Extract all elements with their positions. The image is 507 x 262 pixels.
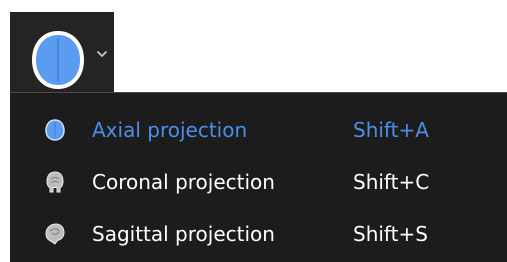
menu-item-coronal-projection[interactable]: Coronal projection Shift+C (10, 157, 507, 207)
brain-coronal-icon (46, 171, 64, 193)
projection-toolbar-button[interactable] (10, 12, 114, 92)
chevron-down-icon[interactable] (96, 50, 108, 58)
menu-item-label: Coronal projection (92, 170, 275, 194)
menu-item-shortcut: Shift+C (353, 170, 430, 194)
menu-item-label: Axial projection (92, 118, 248, 142)
brain-axial-icon (45, 119, 65, 141)
menu-item-shortcut: Shift+S (353, 222, 428, 246)
brain-sagittal-icon (45, 223, 65, 245)
brain-axial-icon (31, 30, 85, 90)
menu-item-label: Sagittal projection (92, 222, 275, 246)
menu-item-sagittal-projection[interactable]: Sagittal projection Shift+S (10, 209, 507, 259)
projection-dropdown-menu: Axial projection Shift+A Coronal project… (10, 92, 507, 262)
menu-item-shortcut: Shift+A (353, 118, 429, 142)
menu-item-axial-projection[interactable]: Axial projection Shift+A (10, 105, 507, 155)
